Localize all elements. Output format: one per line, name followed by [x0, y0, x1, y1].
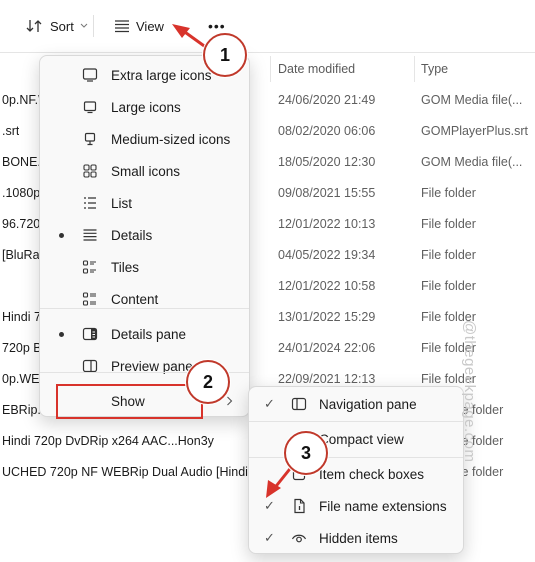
- callout-arrows: [172, 24, 295, 498]
- step-badge-2: 2: [186, 360, 230, 404]
- step-badge-1: 1: [203, 33, 247, 77]
- step-badge-3: 3: [284, 431, 328, 475]
- watermark: @thegeekpage.com: [461, 320, 478, 463]
